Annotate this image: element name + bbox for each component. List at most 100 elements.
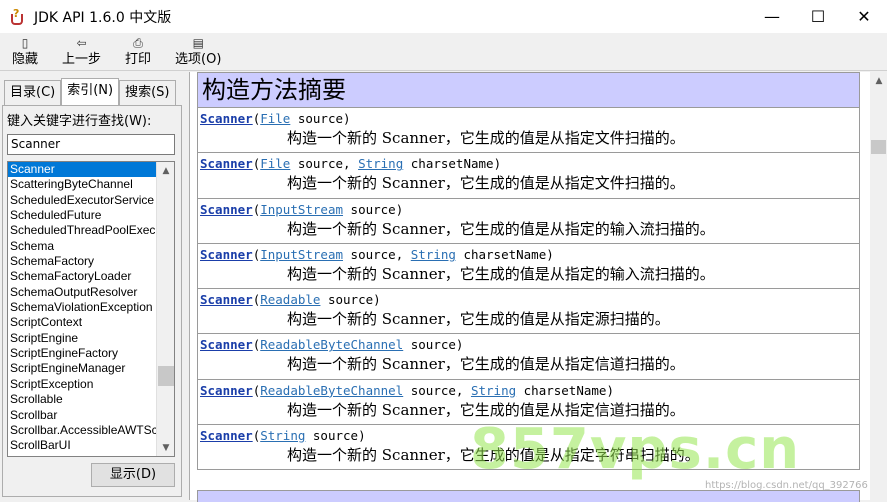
param-type-link[interactable]: Readable [260,292,320,307]
param-type-link[interactable]: InputStream [260,247,343,262]
list-item[interactable]: ScriptEngineManager [8,361,156,376]
param-type-link[interactable]: InputStream [260,202,343,217]
constructor-signature: Scanner(InputStream source) [200,201,404,217]
constructor-description: 构造一个新的 Scanner，它生成的值是从指定的输入流扫描的。 [287,219,715,238]
title-bar: ? JDK API 1.6.0 中文版 — ☐ ✕ [0,0,887,33]
param-type-link[interactable]: String [471,383,516,398]
param-type-link[interactable]: File [260,156,290,171]
list-item[interactable]: ScatteringByteChannel [8,177,156,192]
param-name: source [350,201,396,217]
index-list[interactable]: Scanner ScatteringByteChannel ScheduledExe… [7,161,175,457]
list-item[interactable]: Scrollable [8,392,156,407]
keyword-label: 键入关键字进行查找(W): [7,114,152,129]
hide-button[interactable]: ▯ 隐藏 [0,33,50,71]
print-label: 打印 [125,51,152,67]
constructor-link[interactable]: Scanner [200,156,253,171]
list-item[interactable]: ScriptException [8,377,156,392]
constructor-link[interactable]: Scanner [200,292,253,307]
index-panel: 键入关键字进行查找(W): Scanner Scanner ScatteringB… [2,105,182,497]
next-section-header [197,490,860,502]
list-item[interactable]: ScheduledExecutorService [8,193,156,208]
list-item[interactable]: SchemaViolationException [8,300,156,315]
table-row: Scanner(InputStream source, String chars… [197,243,860,290]
constructor-summary: 构造方法摘要 Scanner(File source) 构造一个新的 Scanne… [197,72,860,471]
param-type-link[interactable]: String [411,247,456,262]
constructor-link[interactable]: Scanner [200,337,253,352]
content-scroll-up-icon[interactable]: ▲ [870,72,887,89]
tab-contents[interactable]: 目录(C) [4,80,62,106]
content-scroll-thumb[interactable] [871,140,886,154]
list-item[interactable]: SchemaOutputResolver [8,285,156,300]
options-icon: ▤ [192,35,204,50]
hide-icon: ▯ [21,35,29,50]
constructor-signature: Scanner(ReadableByteChannel source) [200,337,464,353]
navigation-pane: 目录(C) 索引(N) 搜索(S) 键入关键字进行查找(W): Scanner … [0,72,185,500]
print-button[interactable]: ⎙ 打印 [113,33,163,71]
param-name: source [327,292,374,308]
window-controls: — ☐ ✕ [749,0,887,33]
display-button[interactable]: 显示(D) [91,463,175,487]
param-type-link[interactable]: String [358,156,403,171]
constructor-signature: Scanner(File source, String charsetName) [200,156,502,172]
constructor-link[interactable]: Scanner [200,111,253,126]
index-list-scrollbar[interactable]: ▲ ▼ [156,162,174,456]
tab-search[interactable]: 搜索(S) [119,80,176,106]
list-item[interactable]: Schema [8,239,156,254]
constructor-signature: Scanner(Readable source) [200,292,381,308]
back-label: 上一步 [62,51,102,67]
constructor-link[interactable]: Scanner [200,428,253,443]
list-item[interactable]: SchemaFactory [8,254,156,269]
minimize-button[interactable]: — [749,0,795,33]
table-row: Scanner(File source) 构造一个新的 Scanner，它生成的值… [197,108,860,154]
param-type-link[interactable]: ReadableByteChannel [260,383,403,398]
list-item[interactable]: ScheduledFuture [8,208,156,223]
window-title: JDK API 1.6.0 中文版 [34,9,172,26]
constructor-signature: Scanner(InputStream source, String chars… [200,246,554,262]
table-row: Scanner(InputStream source) 构造一个新的 Scanne… [197,198,860,244]
watermark-credit: https://blog.csdn.net/qq_392766 [705,480,868,491]
nav-tabs: 目录(C) 索引(N) 搜索(S) [4,78,176,106]
summary-title: 构造方法摘要 [197,72,860,108]
constructor-link[interactable]: Scanner [200,247,253,262]
content-scrollbar[interactable]: ▲ [870,72,887,500]
constructor-link[interactable]: Scanner [200,383,253,398]
close-button[interactable]: ✕ [841,0,887,33]
param-name: source [312,428,359,444]
list-item[interactable]: ScriptContext [8,315,156,330]
maximize-button[interactable]: ☐ [795,0,841,33]
scroll-down-icon[interactable]: ▼ [157,439,174,456]
param-type-link[interactable]: ReadableByteChannel [260,337,403,352]
list-item[interactable]: ScrollBarUI [8,438,156,453]
constructor-link[interactable]: Scanner [200,202,253,217]
param-type-link[interactable]: String [260,428,305,443]
param-name: charsetName [463,246,547,262]
table-row: Scanner(Readable source) 构造一个新的 Scanner，它… [197,289,860,335]
param-type-link[interactable]: File [260,111,290,126]
param-name: charsetName [523,382,607,398]
index-list-items: Scanner ScatteringByteChannel ScheduledExe… [8,162,156,454]
constructor-signature: Scanner(ReadableByteChannel source, Stri… [200,382,614,398]
watermark: 857vps.cn [470,417,801,482]
table-row: Scanner(File source, String charsetName)… [197,153,860,199]
keyword-input[interactable]: Scanner [7,134,175,155]
list-item[interactable]: ScriptEngineFactory [8,346,156,361]
param-name: source [410,382,456,398]
param-name: source [410,337,456,353]
options-button[interactable]: ▤ 选项(O) [163,33,233,71]
list-item[interactable]: SchemaFactoryLoader [8,269,156,284]
list-item[interactable]: Scrollbar [8,408,156,423]
list-item[interactable]: ScriptEngine [8,331,156,346]
constructor-description: 构造一个新的 Scanner，它生成的值是从指定的输入流扫描的。 [287,264,715,283]
back-arrow-icon: ⇦ [76,35,87,50]
scroll-thumb[interactable] [158,366,174,386]
param-name: source [297,156,344,172]
list-item[interactable]: Scanner [8,162,156,178]
constructor-description: 构造一个新的 Scanner，它生成的值是从指定文件扫描的。 [287,129,685,147]
back-button[interactable]: ⇦ 上一步 [50,33,113,71]
hide-label: 隐藏 [12,51,39,67]
param-name: charsetName [410,156,494,172]
list-item[interactable]: Scrollbar.AccessibleAWTScrollBar [8,423,156,438]
scroll-up-icon[interactable]: ▲ [157,162,174,179]
tab-index[interactable]: 索引(N) [61,78,120,106]
list-item[interactable]: ScheduledThreadPoolExecutor [8,223,156,238]
